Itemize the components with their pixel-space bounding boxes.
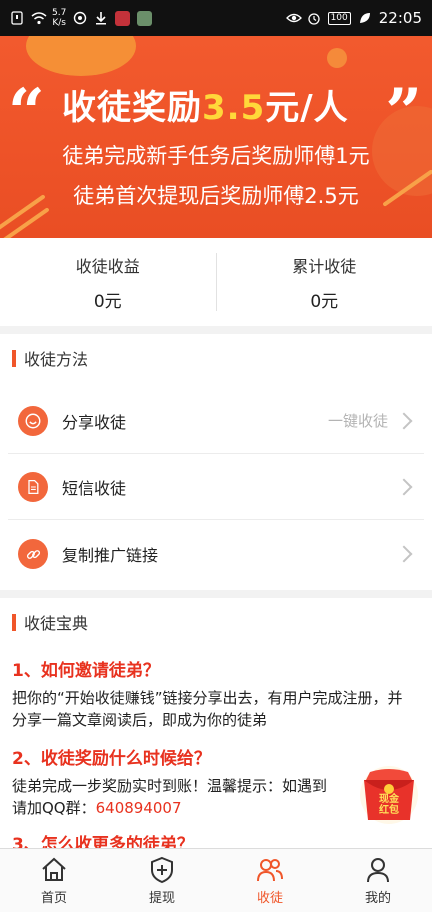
eye-icon — [285, 11, 302, 25]
faq-question-1: 1、如何邀请徒弟？ — [12, 661, 160, 681]
document-icon — [18, 471, 48, 502]
sms-invite-row[interactable]: 短信收徒 — [8, 454, 424, 520]
open-quote-icon: “ — [8, 75, 45, 150]
faq-question-3: 3、怎么收更多的徒弟？ — [12, 835, 194, 848]
tab-home[interactable]: 首页 — [0, 849, 108, 912]
stat-value: 0元 — [93, 291, 122, 312]
hotspot-icon — [73, 11, 87, 25]
app-notification-icon — [115, 10, 131, 26]
tab-label: 首页 — [40, 890, 67, 906]
chevron-right-icon — [395, 545, 413, 563]
tab-mine[interactable]: 我的 — [324, 849, 432, 912]
stat-label: 累计收徒 — [292, 256, 357, 276]
close-quote-icon: ” — [385, 75, 422, 150]
chevron-right-icon — [395, 478, 413, 495]
row-label: 分享收徒 — [62, 412, 127, 432]
row-label: 短信收徒 — [62, 478, 127, 498]
people-icon — [257, 858, 283, 881]
faq-question-2: 2、收徒奖励什么时候给？ — [12, 749, 211, 769]
tab-label: 提现 — [148, 890, 175, 906]
invite-banner: “ ” 收徒奖励3.5元/人 徒弟完成新手任务后奖励师傅1元 徒弟首次提现后奖励… — [0, 36, 432, 238]
earnings-stats: 收徒收益 0元 累计收徒 0元 — [0, 238, 432, 326]
network-speed: 5.7 K/s — [52, 8, 67, 28]
row-hint: 一键收徒 — [327, 412, 388, 430]
stat-total[interactable]: 累计收徒 0元 — [217, 253, 432, 312]
tab-label: 收徒 — [256, 890, 283, 906]
banner-title: 收徒奖励3.5元/人 — [62, 88, 349, 128]
red-packet-button[interactable]: 现金 红包 — [356, 764, 422, 826]
app-notification-icon-2 — [137, 10, 153, 26]
link-icon — [18, 539, 48, 569]
alarm-icon — [307, 11, 321, 25]
section-heading: 收徒宝典 — [12, 610, 88, 634]
stat-label: 收徒收益 — [75, 256, 140, 276]
invite-methods-section: 收徒方法 分享收徒 一键收徒 短信收徒 复制推广链接 — [0, 334, 432, 590]
person-icon — [367, 857, 389, 882]
shield-plus-icon — [151, 856, 173, 883]
copy-link-row[interactable]: 复制推广链接 — [8, 521, 424, 587]
section-heading: 收徒方法 — [12, 346, 88, 370]
faq-answer-1: 把你的“开始收徒赚钱”链接分享出去，有用户完成注册，并分享一篇文章阅读后，即成为… — [12, 689, 403, 729]
bottom-tab-bar: 首页 提现 收徒 我的 — [0, 848, 432, 912]
leaf-icon — [358, 11, 372, 25]
stat-value: 0元 — [310, 291, 339, 312]
clock: 22:05 — [378, 9, 422, 27]
accent-bar — [12, 349, 16, 367]
share-invite-row[interactable]: 分享收徒 一键收徒 — [8, 388, 424, 454]
tab-label: 我的 — [364, 890, 391, 906]
row-label: 复制推广链接 — [62, 546, 159, 565]
stat-income[interactable]: 收徒收益 0元 — [0, 253, 216, 312]
banner-line-2: 徒弟首次提现后奖励师傅2.5元 — [73, 184, 359, 208]
banner-line-1: 徒弟完成新手任务后奖励师傅1元 — [62, 144, 370, 168]
qq-group-number[interactable]: 640894007 — [96, 799, 182, 817]
home-icon — [42, 857, 66, 881]
faq-answer-2: 徒弟完成一步奖励实时到账！温馨提示：如遇到 请加QQ群：640894007 — [12, 777, 328, 817]
chevron-right-icon — [395, 412, 413, 429]
wifi-icon — [31, 11, 47, 25]
tab-withdraw[interactable]: 提现 — [108, 849, 216, 912]
accent-bar — [12, 613, 16, 631]
download-icon — [94, 11, 108, 25]
tab-invite[interactable]: 收徒 — [216, 849, 324, 912]
smile-icon — [18, 405, 48, 436]
status-bar: 5.7 K/s 100 22:05 — [0, 0, 432, 36]
sim-icon — [10, 11, 24, 25]
battery-icon: 100 — [327, 11, 351, 25]
